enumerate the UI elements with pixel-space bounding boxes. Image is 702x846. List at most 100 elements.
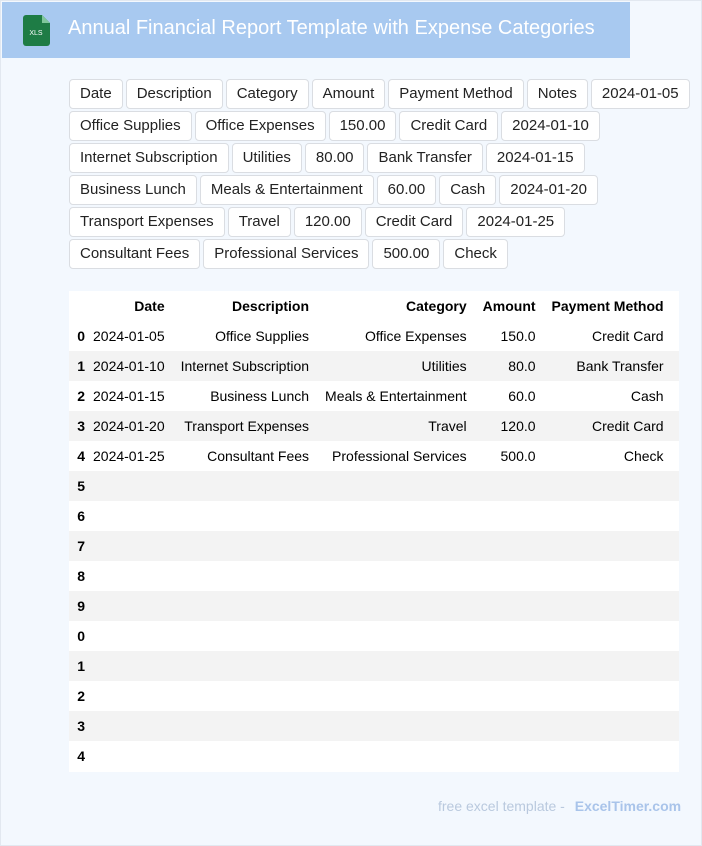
table-cell[interactable] [671,621,679,651]
table-cell[interactable] [474,711,544,741]
table-cell[interactable]: 150.0 [474,321,544,351]
header-chip[interactable]: Internet Subscription [69,143,229,173]
table-cell[interactable] [671,351,679,381]
table-cell[interactable] [543,591,672,621]
header-chip[interactable]: 2024-01-15 [485,143,585,173]
table-cell[interactable]: 2024-01-05 [85,321,173,351]
table-cell[interactable] [317,561,475,591]
table-cell[interactable]: Consultant Fees [172,441,318,471]
header-chip[interactable]: Utilities [231,143,302,173]
table-cell[interactable] [543,471,672,501]
header-chip[interactable]: Payment Method [388,79,524,109]
table-cell[interactable] [317,741,475,771]
table-cell[interactable] [317,651,475,681]
table-cell[interactable] [543,711,672,741]
table-cell[interactable] [671,711,679,741]
header-chip[interactable]: Amount [311,79,386,109]
table-cell[interactable] [474,471,544,501]
table-cell[interactable] [85,471,173,501]
column-header[interactable]: No [671,291,679,321]
table-cell[interactable] [474,591,544,621]
table-cell[interactable] [543,681,672,711]
table-cell[interactable] [85,591,173,621]
column-header[interactable]: Date [85,291,173,321]
table-cell[interactable] [543,561,672,591]
table-cell[interactable]: Business Lunch [172,381,318,411]
table-cell[interactable] [85,681,173,711]
table-cell[interactable] [671,651,679,681]
table-cell[interactable] [474,681,544,711]
header-chip[interactable]: Meals & Entertainment [199,175,374,205]
table-cell[interactable] [317,711,475,741]
header-chip[interactable]: Description [125,79,223,109]
table-cell[interactable] [317,591,475,621]
table-cell[interactable]: Office Expenses [317,321,475,351]
column-header[interactable]: Category [317,291,475,321]
table-cell[interactable] [172,471,318,501]
column-header[interactable]: Description [172,291,318,321]
table-cell[interactable] [85,561,173,591]
table-cell[interactable] [317,531,475,561]
table-cell[interactable] [474,561,544,591]
table-cell[interactable]: Professional Services [317,441,475,471]
header-chip[interactable]: 120.00 [293,207,362,237]
column-header[interactable]: Amount [474,291,544,321]
table-cell[interactable] [543,741,672,771]
header-chip[interactable]: Check [443,239,508,269]
table-cell[interactable]: 2024-01-15 [85,381,173,411]
table-cell[interactable]: Bank Transfer [543,351,672,381]
table-cell[interactable] [85,651,173,681]
header-chip[interactable]: 2024-01-25 [466,207,566,237]
table-cell[interactable]: 2024-01-25 [85,441,173,471]
table-cell[interactable] [474,621,544,651]
table-cell[interactable] [172,681,318,711]
table-cell[interactable] [671,471,679,501]
header-chip[interactable]: 60.00 [376,175,437,205]
table-cell[interactable] [671,321,679,351]
header-chip[interactable]: Travel [227,207,291,237]
table-cell[interactable] [85,531,173,561]
table-cell[interactable] [317,471,475,501]
table-cell[interactable] [474,651,544,681]
footer-brand-link[interactable]: ExcelTimer.com [575,798,681,814]
table-cell[interactable] [85,501,173,531]
table-cell[interactable]: Internet Subscription [172,351,318,381]
table-cell[interactable] [671,681,679,711]
header-chip[interactable]: Office Expenses [194,111,326,141]
header-chip[interactable]: Consultant Fees [69,239,201,269]
table-cell[interactable] [671,411,679,441]
table-cell[interactable]: Check [543,441,672,471]
table-cell[interactable] [85,711,173,741]
table-cell[interactable]: Travel [317,411,475,441]
table-cell[interactable]: Meals & Entertainment [317,381,475,411]
header-chip[interactable]: 2024-01-10 [501,111,600,141]
table-cell[interactable]: 120.0 [474,411,544,441]
table-cell[interactable] [172,561,318,591]
table-cell[interactable]: 2024-01-10 [85,351,173,381]
column-header[interactable]: Payment Method [543,291,672,321]
table-cell[interactable]: Credit Card [543,411,672,441]
table-cell[interactable] [474,531,544,561]
table-cell[interactable] [543,621,672,651]
table-cell[interactable] [172,621,318,651]
header-chip[interactable]: Bank Transfer [367,143,483,173]
header-chip[interactable]: Date [69,79,123,109]
table-cell[interactable] [671,441,679,471]
table-cell[interactable] [671,591,679,621]
table-cell[interactable]: 2024-01-20 [85,411,173,441]
table-cell[interactable] [543,531,672,561]
spreadsheet-view[interactable]: Date Description Category Amount Payment Met… [69,291,679,772]
table-cell[interactable] [671,561,679,591]
header-chip[interactable]: 150.00 [328,111,397,141]
table-cell[interactable] [317,501,475,531]
table-cell[interactable] [671,381,679,411]
header-chip[interactable]: 80.00 [304,143,365,173]
table-cell[interactable]: Transport Expenses [172,411,318,441]
table-cell[interactable] [543,651,672,681]
table-cell[interactable]: 500.0 [474,441,544,471]
table-cell[interactable] [543,501,672,531]
header-chip[interactable]: 2024-01-20 [499,175,598,205]
table-cell[interactable] [172,711,318,741]
header-chip[interactable]: Business Lunch [69,175,197,205]
header-chip[interactable]: 500.00 [372,239,441,269]
